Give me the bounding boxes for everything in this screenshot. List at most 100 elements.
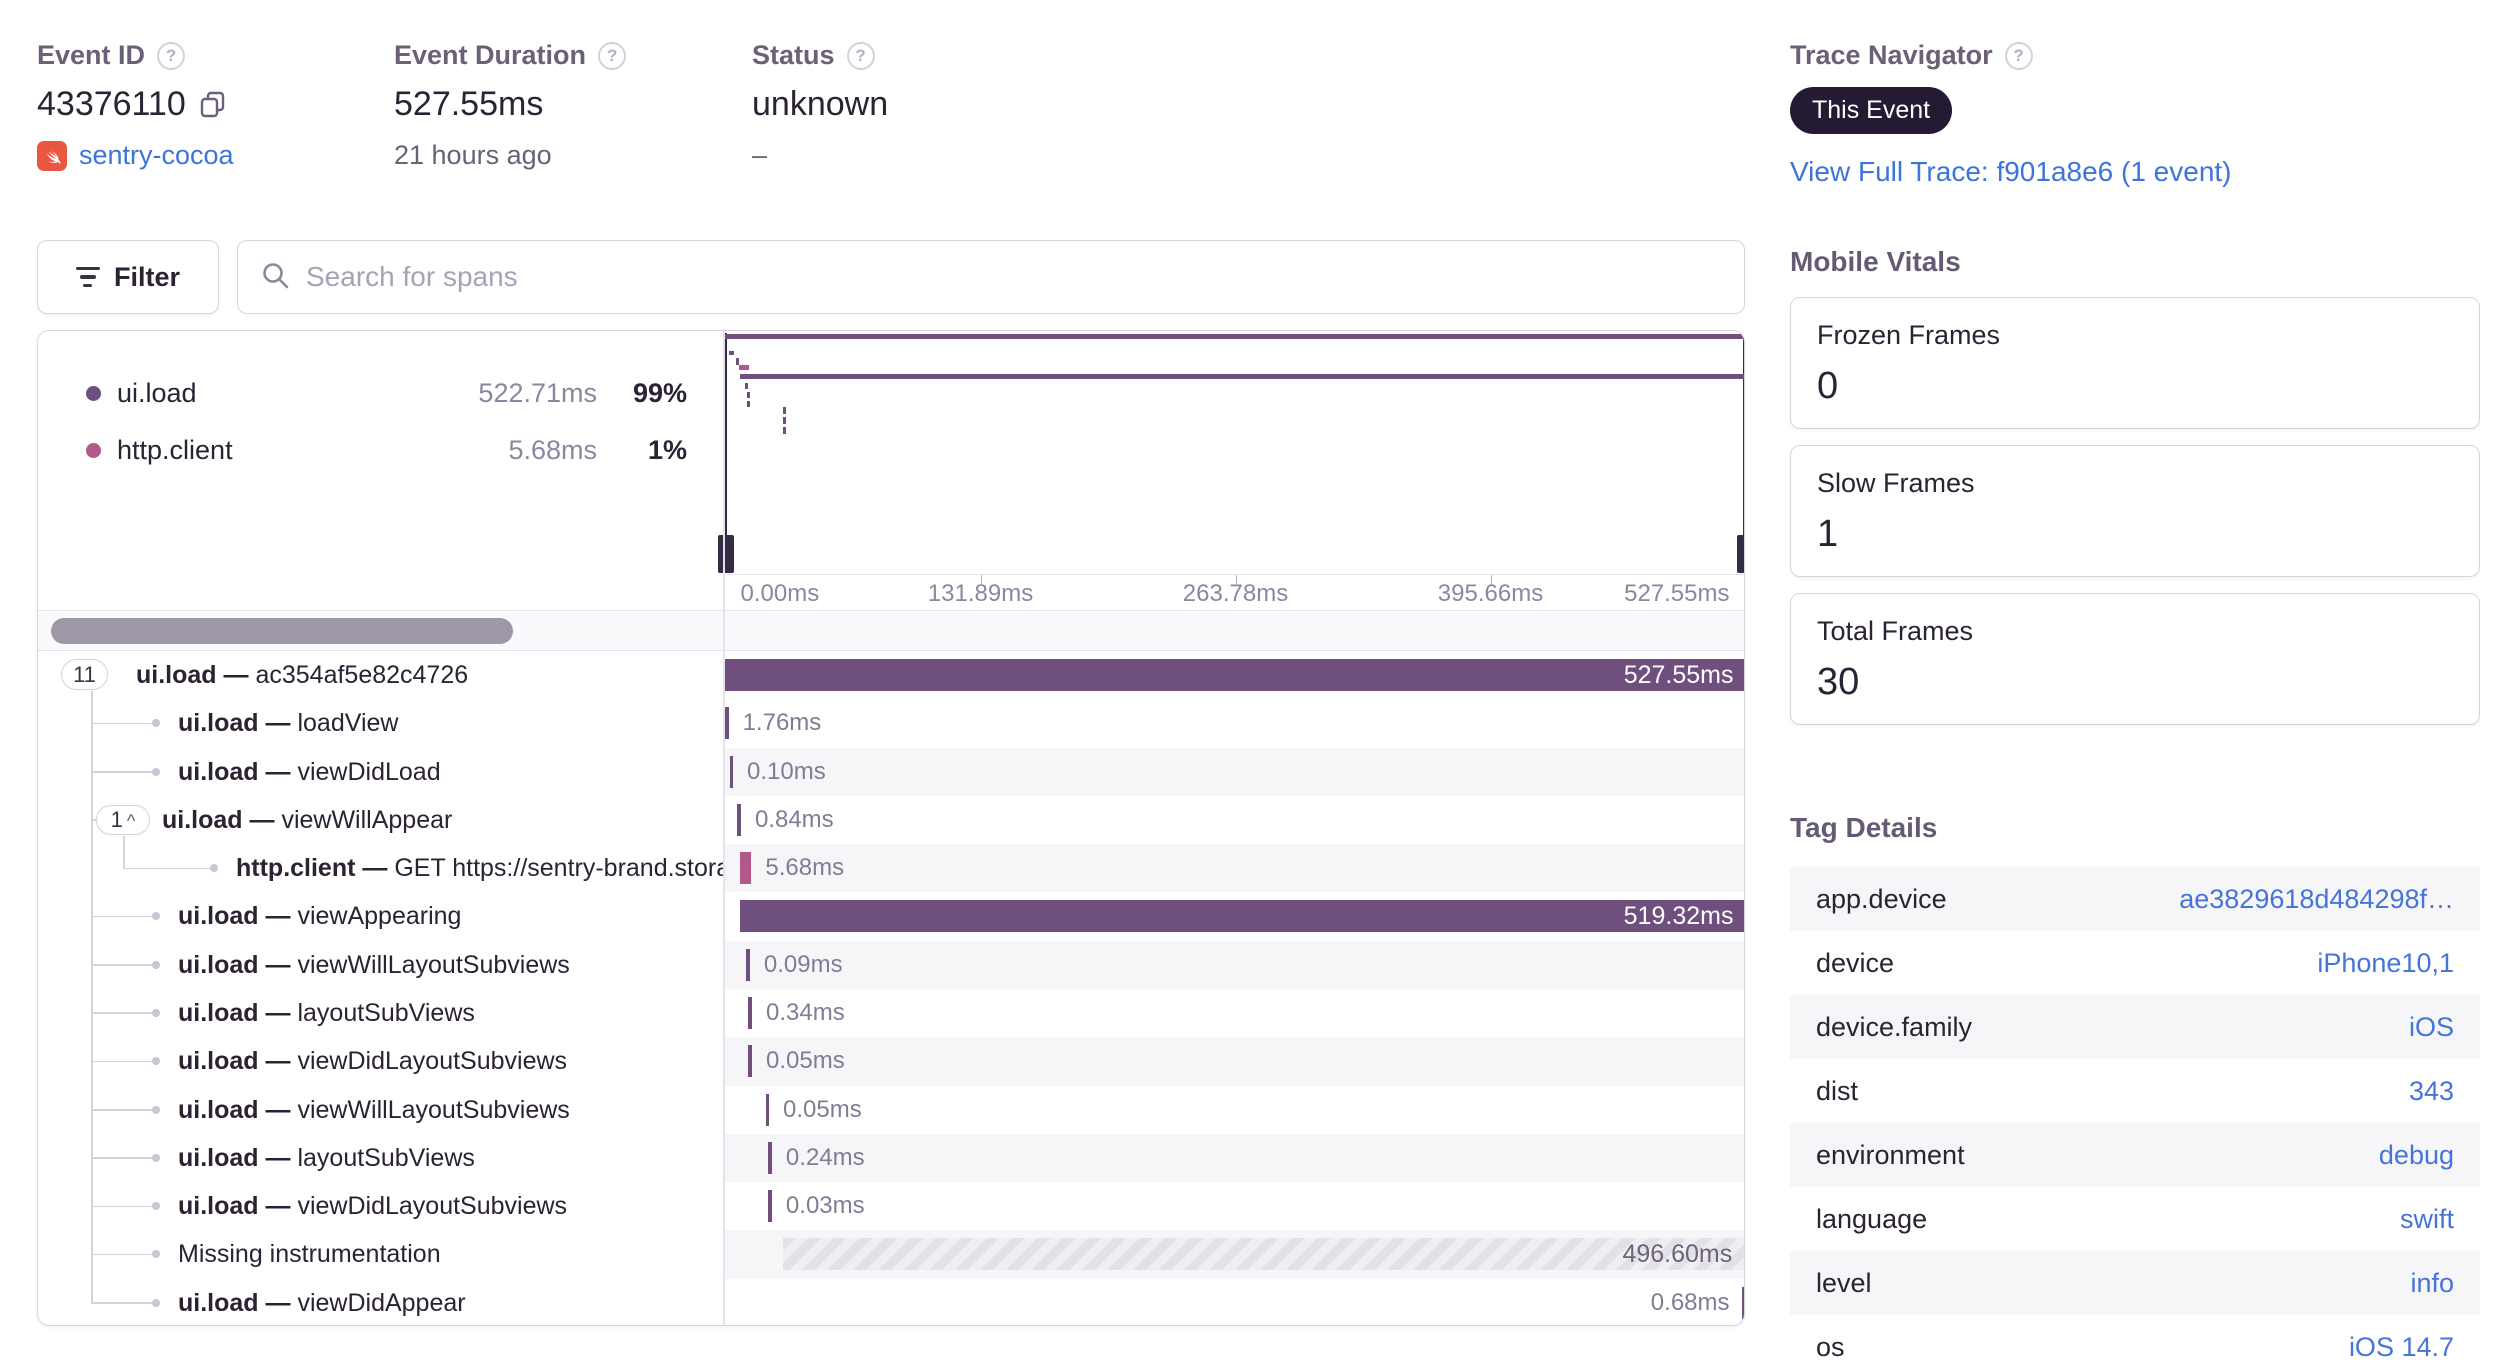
project-link[interactable]: sentry-cocoa [79, 140, 234, 171]
span-duration-label: 0.10ms [747, 757, 826, 785]
span-waterfall-cell[interactable]: 5.68ms [724, 844, 1744, 893]
span-duration-bar[interactable] [768, 1190, 772, 1223]
minimap-right-handle[interactable] [1736, 535, 1744, 573]
span-tree-cell[interactable]: 11 ui.load — ac354af5e82c4726 [38, 651, 723, 699]
span-waterfall-cell[interactable]: 0.34ms [725, 989, 1745, 1037]
span-children-badge[interactable]: 11 [61, 659, 108, 690]
span-duration-bar[interactable] [765, 1093, 770, 1126]
span-waterfall-cell[interactable]: 519.32ms [725, 892, 1744, 940]
span-title: ui.load — viewAppearing [178, 902, 462, 931]
span-tree-cell[interactable]: ui.load — viewDidLoad [38, 748, 723, 796]
help-icon[interactable]: ? [2004, 41, 2033, 70]
span-waterfall-cell[interactable]: 0.10ms [724, 747, 1744, 796]
span-duration-bar[interactable] [1741, 1286, 1744, 1319]
span-row[interactable]: ui.load — loadView 1.76ms [38, 699, 1744, 747]
help-icon[interactable]: ? [598, 41, 627, 70]
tag-value-link[interactable]: debug [2379, 1140, 2454, 1171]
span-tree-cell[interactable]: http.client — GET https://sentry-brand.s… [38, 844, 723, 892]
span-waterfall-cell[interactable]: 0.24ms [724, 1133, 1744, 1183]
vital-card-slow-frames[interactable]: Slow Frames 1 [1790, 445, 2480, 577]
span-title: Missing instrumentation [178, 1240, 441, 1269]
tag-value-link[interactable]: iOS [2409, 1012, 2454, 1043]
tag-value-link[interactable]: swift [2400, 1204, 2454, 1235]
filter-button[interactable]: Filter [37, 240, 219, 314]
span-row[interactable]: ui.load — layoutSubViews 0.34ms [38, 989, 1744, 1037]
minimap[interactable] [717, 331, 1744, 574]
span-duration-bar[interactable] [737, 803, 741, 836]
span-duration-bar[interactable] [725, 707, 729, 740]
span-duration-bar[interactable] [783, 1238, 1744, 1271]
span-waterfall-cell[interactable]: 0.03ms [725, 1182, 1745, 1230]
span-waterfall-cell[interactable]: 0.68ms [725, 1279, 1744, 1325]
help-icon[interactable]: ? [846, 41, 875, 70]
span-waterfall-cell[interactable]: 0.05ms [725, 1086, 1745, 1134]
span-tree-cell[interactable]: 1 ^ ui.load — viewWillAppear [38, 796, 723, 844]
span-duration-bar[interactable] [740, 900, 1744, 933]
span-waterfall-cell[interactable]: 496.60ms [724, 1230, 1744, 1279]
tree-waterfall-divider[interactable] [723, 331, 725, 1325]
span-duration-bar[interactable] [724, 659, 1744, 691]
search-input[interactable] [306, 261, 1722, 293]
tree-node-dot [152, 1250, 160, 1259]
vital-label: Frozen Frames [1817, 320, 2001, 350]
view-full-trace-link[interactable]: View Full Trace: f901a8e6 (1 event) [1790, 156, 2232, 188]
span-row[interactable]: 11 ui.load — ac354af5e82c4726 527.55ms [38, 651, 1744, 699]
span-tree-cell[interactable]: ui.load — viewAppearing [38, 892, 723, 940]
tag-value-link[interactable]: iOS 14.7 [2349, 1332, 2454, 1363]
span-waterfall-cell[interactable]: 0.09ms [724, 940, 1744, 989]
tree-node-dot [152, 1105, 160, 1114]
span-duration-bar[interactable] [748, 996, 752, 1029]
span-row[interactable]: ui.load — viewDidLayoutSubviews 0.03ms [38, 1182, 1744, 1230]
vital-card-total-frames[interactable]: Total Frames 30 [1790, 593, 2480, 725]
tree-branch-line [123, 867, 211, 870]
vital-card-frozen-frames[interactable]: Frozen Frames 0 [1790, 297, 2480, 429]
span-tree-cell[interactable]: ui.load — viewWillLayoutSubviews [38, 941, 723, 989]
span-tree-cell[interactable]: ui.load — layoutSubViews [38, 989, 723, 1037]
span-row[interactable]: ui.load — viewDidAppear 0.68ms [38, 1279, 1744, 1325]
span-collapse-badge[interactable]: 1 ^ [96, 804, 150, 835]
span-duration-bar[interactable] [729, 755, 734, 788]
span-duration-bar[interactable] [768, 1141, 772, 1174]
span-row[interactable]: ui.load — viewDidLoad 0.10ms [38, 747, 1744, 796]
span-duration-bar[interactable] [746, 948, 750, 981]
span-row[interactable]: ui.load — layoutSubViews 0.24ms [38, 1133, 1744, 1183]
span-row[interactable]: ui.load — viewDidLayoutSubviews 0.05ms [38, 1037, 1744, 1086]
span-waterfall-cell[interactable]: 527.55ms [724, 651, 1744, 699]
trace-navigator-label: Trace Navigator [1790, 40, 1993, 70]
span-row[interactable]: 1 ^ ui.load — viewWillAppear 0.84ms [38, 796, 1744, 844]
span-duration-bar[interactable] [740, 852, 752, 885]
span-row[interactable]: ui.load — viewWillLayoutSubviews 0.05ms [38, 1086, 1744, 1134]
span-duration-label: 527.55ms [1623, 661, 1734, 689]
span-tree-cell[interactable]: ui.load — viewWillLayoutSubviews [38, 1086, 723, 1134]
filter-button-label: Filter [113, 261, 180, 292]
legend-item-ui.load[interactable]: ui.load 522.71ms 99% [86, 376, 687, 410]
tag-value-link[interactable]: info [2410, 1268, 2454, 1299]
tree-scrollbar-thumb[interactable] [51, 618, 513, 644]
span-row[interactable]: ui.load — viewWillLayoutSubviews 0.09ms [38, 940, 1744, 989]
help-icon[interactable]: ? [157, 41, 186, 70]
span-row[interactable]: http.client — GET https://sentry-brand.s… [38, 844, 1744, 893]
tag-value-link[interactable]: 343 [2409, 1076, 2454, 1107]
legend-item-http.client[interactable]: http.client 5.68ms 1% [86, 433, 687, 467]
span-waterfall-cell[interactable]: 0.05ms [724, 1037, 1744, 1086]
span-tree-cell[interactable]: ui.load — layoutSubViews [38, 1134, 723, 1182]
tag-value-link[interactable]: ae3829618d484298f… [2179, 884, 2454, 915]
copy-icon[interactable] [200, 91, 226, 119]
span-tree-cell[interactable]: ui.load — viewDidLayoutSubviews [38, 1182, 723, 1230]
span-duration-bar[interactable] [748, 1045, 752, 1078]
tree-branch-line [91, 771, 153, 773]
span-tree-cell[interactable]: ui.load — viewDidLayoutSubviews [38, 1037, 723, 1085]
span-title: ui.load — viewDidLayoutSubviews [178, 1192, 568, 1221]
span-row[interactable]: ui.load — viewAppearing 519.32ms [38, 892, 1744, 940]
span-title: ui.load — layoutSubViews [178, 998, 475, 1027]
span-tree-cell[interactable]: ui.load — viewDidAppear [38, 1279, 723, 1325]
span-duration-label: 0.05ms [765, 1047, 845, 1075]
span-waterfall-cell[interactable]: 0.84ms [725, 796, 1745, 844]
span-tree-cell[interactable]: ui.load — loadView [38, 699, 723, 747]
minimap-left-handle[interactable] [717, 535, 734, 573]
tree-node-dot [152, 1057, 160, 1066]
tag-value-link[interactable]: iPhone10,1 [2317, 948, 2454, 979]
span-row[interactable]: Missing instrumentation 496.60ms [38, 1230, 1744, 1279]
span-waterfall-cell[interactable]: 1.76ms [725, 699, 1745, 747]
span-tree-cell[interactable]: Missing instrumentation [38, 1230, 723, 1278]
